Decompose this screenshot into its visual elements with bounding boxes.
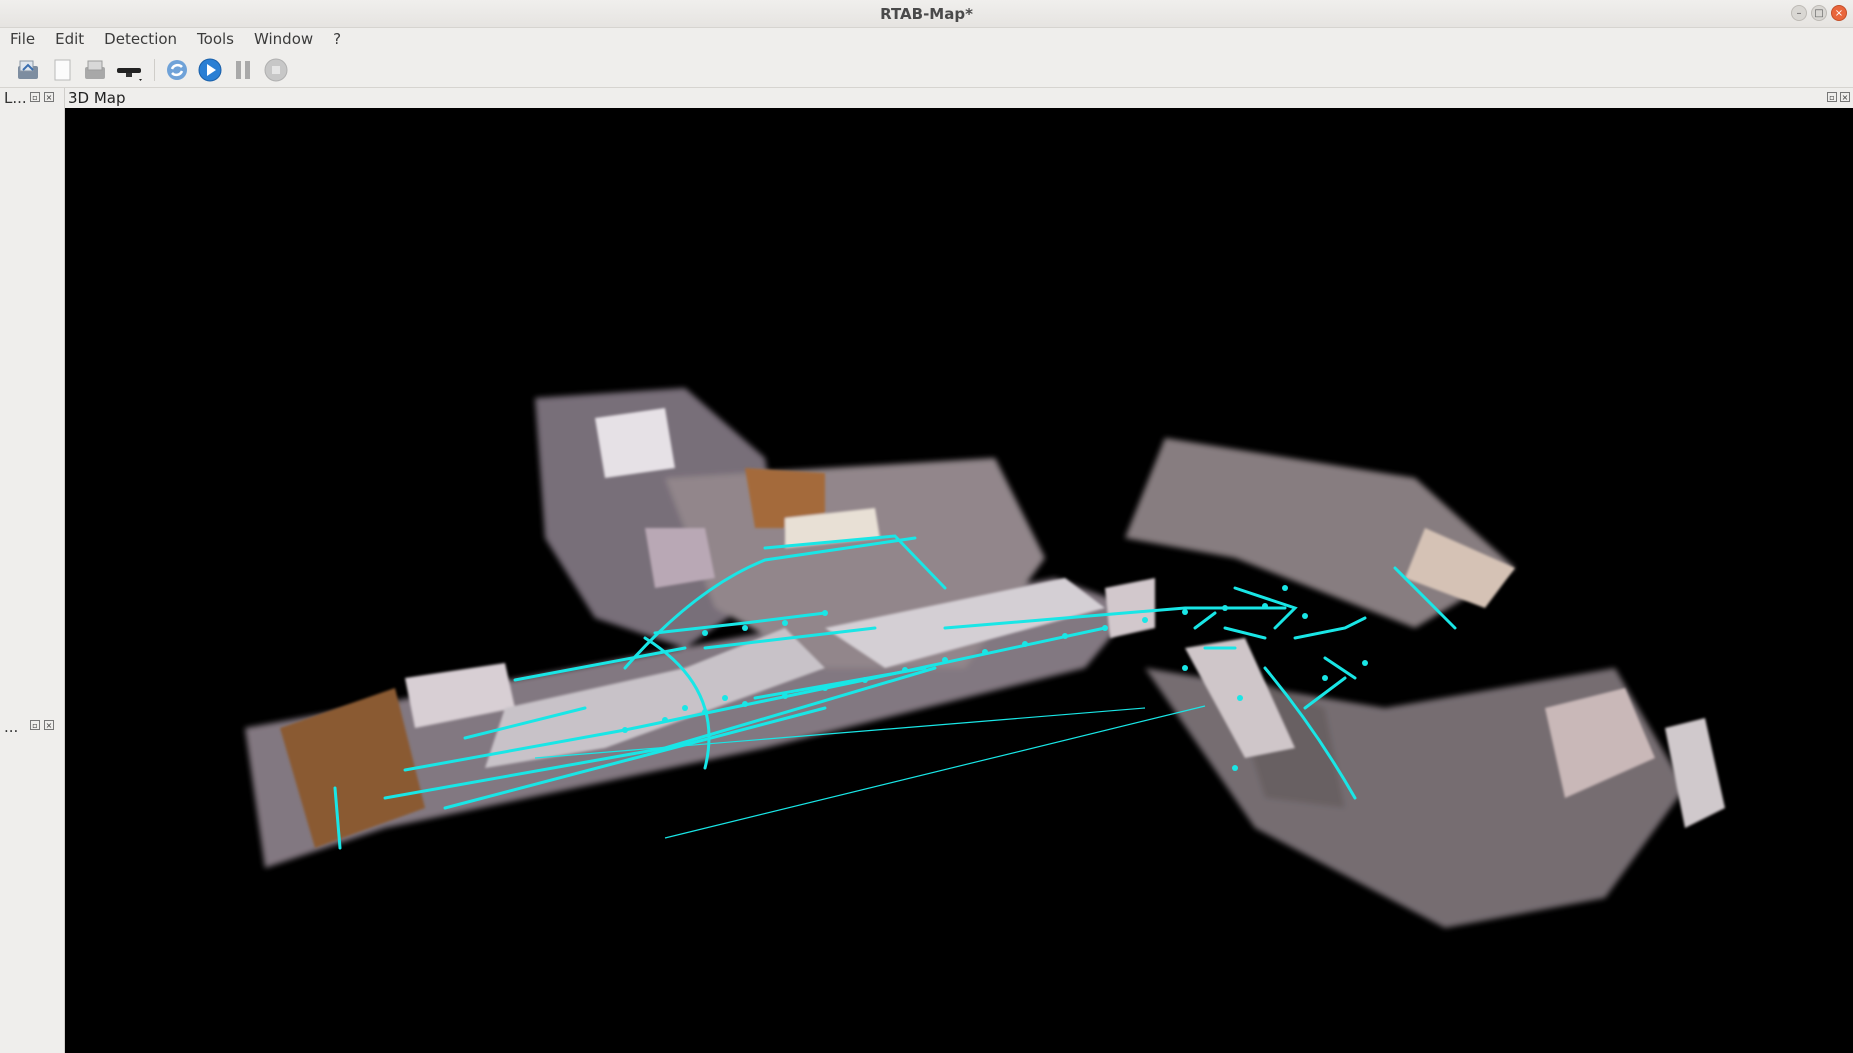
menu-help[interactable]: ?: [323, 30, 351, 48]
minimize-icon[interactable]: –: [1791, 5, 1807, 21]
dock-float-icon[interactable]: ▫: [30, 92, 40, 102]
left-dock-area: L... ▫ × ... ▫ ×: [0, 88, 65, 1053]
close-icon[interactable]: ×: [1831, 5, 1847, 21]
close-database-icon[interactable]: [82, 57, 108, 83]
menu-file[interactable]: File: [0, 30, 45, 48]
pause-icon[interactable]: [230, 57, 256, 83]
refresh-icon[interactable]: [164, 57, 190, 83]
menu-window[interactable]: Window: [244, 30, 323, 48]
dock-float-icon[interactable]: ▫: [1827, 92, 1837, 102]
menu-bar: File Edit Detection Tools Window ?: [0, 28, 1853, 50]
menu-tools[interactable]: Tools: [187, 30, 244, 48]
map-dock-title: 3D Map: [68, 89, 126, 107]
window-title: RTAB-Map*: [880, 5, 973, 23]
window-titlebar[interactable]: RTAB-Map* – □ ×: [0, 0, 1853, 28]
map-dock-header: 3D Map ▫ ×: [65, 88, 1853, 108]
dock-title-bottom: ...: [4, 718, 19, 736]
menu-detection[interactable]: Detection: [94, 30, 187, 48]
dock-float-icon[interactable]: ▫: [30, 720, 40, 730]
point-cloud-map: [245, 388, 1725, 928]
new-database-icon[interactable]: [49, 57, 75, 83]
dock-title-top: L...: [4, 89, 27, 107]
open-database-icon[interactable]: [15, 57, 41, 83]
maximize-icon[interactable]: □: [1811, 5, 1827, 21]
stop-icon[interactable]: [263, 57, 289, 83]
dock-close-icon[interactable]: ×: [44, 720, 54, 730]
dock-close-icon[interactable]: ×: [1840, 92, 1850, 102]
toolbar: [0, 51, 1853, 88]
3d-map-viewer[interactable]: [65, 108, 1853, 1053]
menu-edit[interactable]: Edit: [45, 30, 94, 48]
camera-source-icon[interactable]: [115, 57, 145, 83]
play-icon[interactable]: [197, 57, 223, 83]
dock-close-icon[interactable]: ×: [44, 92, 54, 102]
